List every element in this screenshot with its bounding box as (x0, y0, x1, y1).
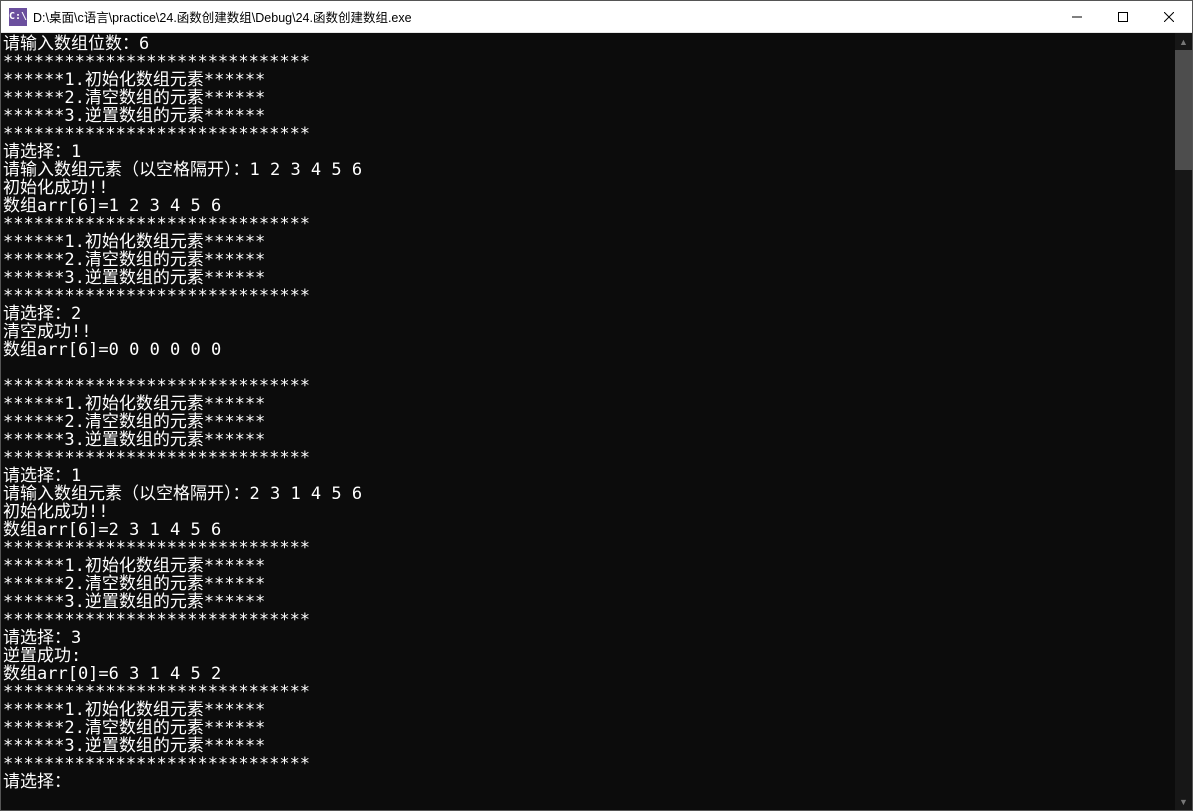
console-area: 请输入数组位数：6 ******************************… (1, 33, 1192, 810)
minimize-button[interactable] (1054, 1, 1100, 32)
close-button[interactable] (1146, 1, 1192, 32)
maximize-button[interactable] (1100, 1, 1146, 32)
window-controls (1054, 1, 1192, 32)
scrollbar-thumb[interactable] (1175, 50, 1192, 170)
app-icon: C:\ (9, 8, 27, 26)
console-output[interactable]: 请输入数组位数：6 ******************************… (1, 33, 1175, 810)
window-title: D:\桌面\c语言\practice\24.函数创建数组\Debug\24.函数… (33, 7, 1054, 26)
scroll-down-icon[interactable]: ▼ (1175, 793, 1192, 810)
scroll-up-icon[interactable]: ▲ (1175, 33, 1192, 50)
vertical-scrollbar[interactable]: ▲ ▼ (1175, 33, 1192, 810)
window-titlebar: C:\ D:\桌面\c语言\practice\24.函数创建数组\Debug\2… (1, 1, 1192, 33)
